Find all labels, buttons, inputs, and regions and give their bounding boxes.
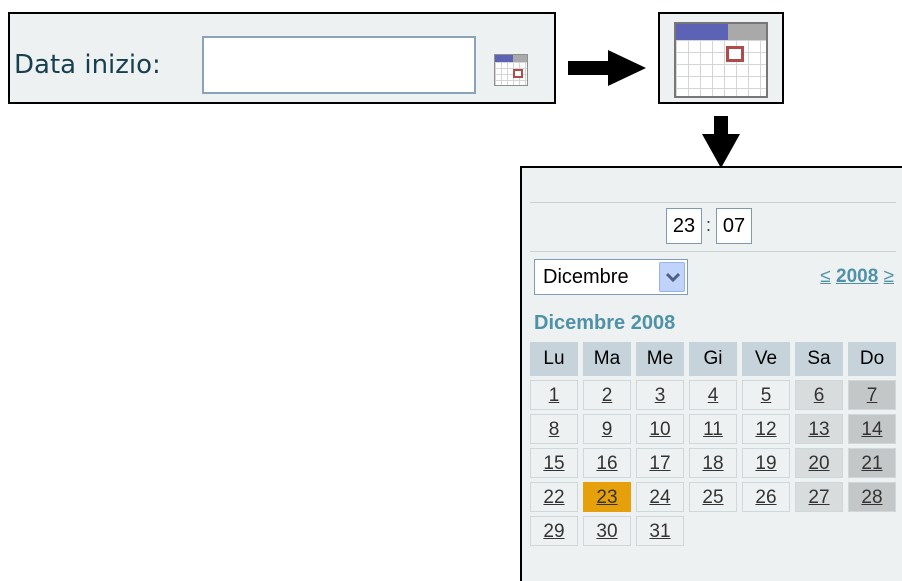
start-date-input[interactable]	[202, 36, 476, 94]
day-cell[interactable]: 10	[636, 414, 684, 444]
chevron-down-icon[interactable]	[659, 262, 685, 292]
day-cell-sunday[interactable]: 28	[848, 482, 896, 512]
day-cell[interactable]: 29	[530, 516, 578, 546]
time-separator: :	[706, 215, 712, 235]
year-nav: ≤ 2008 ≥	[820, 266, 894, 288]
day-cell[interactable]: 24	[636, 482, 684, 512]
day-cell[interactable]: 19	[742, 448, 790, 478]
calendar-icon[interactable]	[494, 54, 528, 86]
weekday-label: Gi	[689, 342, 737, 376]
day-cell[interactable]: 3	[636, 380, 684, 410]
month-year-nav: Dicembre ≤ 2008 ≥	[530, 256, 896, 298]
day-cell-saturday[interactable]: 6	[795, 380, 843, 410]
day-cell[interactable]: 9	[583, 414, 631, 444]
month-select[interactable]: Dicembre	[534, 259, 688, 295]
previous-year-link[interactable]: ≤	[820, 266, 830, 287]
day-cell[interactable]: 26	[742, 482, 790, 512]
day-cell[interactable]: 31	[636, 516, 684, 546]
day-cell-sunday[interactable]: 14	[848, 414, 896, 444]
minute-input[interactable]	[716, 208, 752, 244]
day-cell-saturday[interactable]: 27	[795, 482, 843, 512]
weekday-label: Ve	[742, 342, 790, 376]
day-cell[interactable]: 2	[583, 380, 631, 410]
day-cell[interactable]: 8	[530, 414, 578, 444]
arrow-right-icon	[568, 50, 646, 86]
month-title: Dicembre 2008	[534, 312, 676, 334]
day-cell[interactable]: 5	[742, 380, 790, 410]
day-cell-selected[interactable]: 23	[583, 482, 631, 512]
day-cell[interactable]: 4	[689, 380, 737, 410]
day-cell[interactable]: 1	[530, 380, 578, 410]
month-select-value: Dicembre	[543, 266, 629, 288]
calendar-icon-large	[674, 22, 768, 98]
day-cell-sunday[interactable]: 21	[848, 448, 896, 478]
time-picker: :	[530, 202, 896, 252]
weekday-label: Lu	[530, 342, 578, 376]
day-cell-saturday[interactable]: 20	[795, 448, 843, 478]
weekday-label: Sa	[795, 342, 843, 376]
day-cell[interactable]: 18	[689, 448, 737, 478]
day-grid: 1 2 3 4 5 6 7 8 9 10 11 12 13 14 15 16 1…	[530, 380, 896, 550]
year-link[interactable]: 2008	[836, 266, 878, 287]
day-cell-sunday[interactable]: 7	[848, 380, 896, 410]
weekday-label: Ma	[583, 342, 631, 376]
day-cell[interactable]: 25	[689, 482, 737, 512]
calendar-icon-zoom-panel	[658, 12, 784, 104]
day-cell[interactable]: 12	[742, 414, 790, 444]
weekday-label: Me	[636, 342, 684, 376]
weekday-label: Do	[848, 342, 896, 376]
day-cell[interactable]: 17	[636, 448, 684, 478]
day-cell[interactable]: 30	[583, 516, 631, 546]
day-cell-saturday[interactable]: 13	[795, 414, 843, 444]
start-date-label: Data inizio:	[14, 50, 161, 80]
day-cell[interactable]: 15	[530, 448, 578, 478]
day-cell[interactable]: 16	[583, 448, 631, 478]
weekday-header: Lu Ma Me Gi Ve Sa Do	[530, 342, 896, 376]
calendar-popup: : Dicembre ≤ 2008 ≥ Dicembre 2008 Lu Ma …	[520, 166, 902, 581]
day-cell[interactable]: 22	[530, 482, 578, 512]
date-form-panel: Data inizio:	[8, 12, 556, 104]
next-year-link[interactable]: ≥	[884, 266, 894, 287]
day-cell[interactable]: 11	[689, 414, 737, 444]
hour-input[interactable]	[666, 208, 702, 244]
arrow-down-icon	[702, 116, 740, 168]
